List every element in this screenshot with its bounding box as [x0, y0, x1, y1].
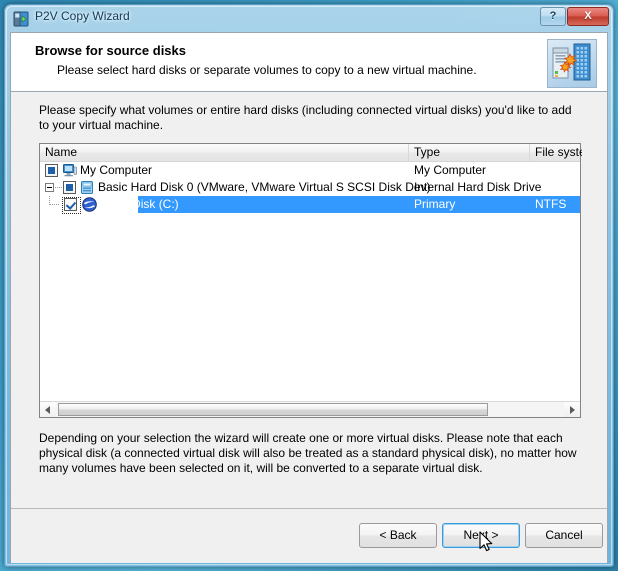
dialog-button-bar: < Back Next > Cancel: [11, 508, 607, 563]
row-checkbox[interactable]: [63, 181, 76, 194]
row-name-label: My Computer: [80, 163, 153, 177]
listview-body[interactable]: My Computer My Computer Basic Hard Disk …: [40, 162, 580, 401]
column-header-type[interactable]: Type: [409, 144, 530, 161]
scroll-right-icon[interactable]: [564, 402, 580, 417]
title-bar[interactable]: P2V Copy Wizard ? X: [5, 5, 613, 32]
wizard-header-banner: Browse for source disks Please select ha…: [11, 33, 607, 92]
scrollbar-track[interactable]: [56, 402, 564, 417]
page-title: Browse for source disks: [35, 43, 186, 58]
row-checkbox[interactable]: [45, 164, 58, 177]
row-filesystem-cell: NTFS: [535, 197, 567, 211]
tree-line: [55, 187, 62, 188]
row-selection-highlight: [138, 196, 580, 213]
row-type-cell: My Computer: [414, 163, 487, 177]
listview-header[interactable]: Name Type File system: [40, 144, 582, 162]
close-button[interactable]: X: [567, 7, 609, 26]
collapse-toggle-icon[interactable]: [45, 183, 54, 192]
row-type-cell: Internal Hard Disk Drive: [414, 180, 542, 194]
screenshot-root: P2V Copy Wizard ? X Browse for source di…: [0, 0, 618, 571]
table-row[interactable]: My Computer My Computer: [40, 162, 580, 179]
local-disk-icon: [82, 197, 97, 212]
help-button[interactable]: ?: [540, 7, 566, 26]
my-computer-icon: [63, 164, 77, 177]
server-to-server-copy-icon: [547, 39, 597, 88]
row-type-cell: Primary: [414, 197, 456, 211]
back-button[interactable]: < Back: [359, 523, 437, 548]
footnote-text: Depending on your selection the wizard w…: [39, 431, 577, 475]
column-header-name[interactable]: Name: [40, 144, 409, 161]
column-header-file-system[interactable]: File system: [530, 144, 582, 161]
page-subtitle: Please select hard disks or separate vol…: [57, 63, 477, 77]
row-checkbox[interactable]: [64, 198, 77, 211]
disk-listview[interactable]: Name Type File system: [39, 143, 582, 418]
horizontal-scrollbar[interactable]: [40, 401, 580, 417]
window-title: P2V Copy Wizard: [35, 9, 130, 23]
dialog-client-area: Browse for source disks Please select ha…: [10, 32, 608, 563]
scrollbar-thumb[interactable]: [58, 403, 488, 416]
row-name-label: Local Disk (C:): [100, 197, 179, 211]
scroll-left-icon[interactable]: [40, 402, 56, 417]
table-row[interactable]: Basic Hard Disk 0 (VMware, VMware Virtua…: [40, 179, 580, 196]
hard-disk-icon: [81, 181, 93, 194]
cancel-button[interactable]: Cancel: [525, 523, 603, 548]
p2v-wizard-icon: [13, 11, 29, 27]
tree-line: [49, 204, 59, 205]
row-name-label: Basic Hard Disk 0 (VMware, VMware Virtua…: [98, 180, 431, 194]
table-row[interactable]: Local Disk (C:) Primary NTFS: [40, 196, 580, 214]
instruction-text: Please specify what volumes or entire ha…: [39, 103, 572, 132]
next-button[interactable]: Next >: [442, 523, 520, 548]
